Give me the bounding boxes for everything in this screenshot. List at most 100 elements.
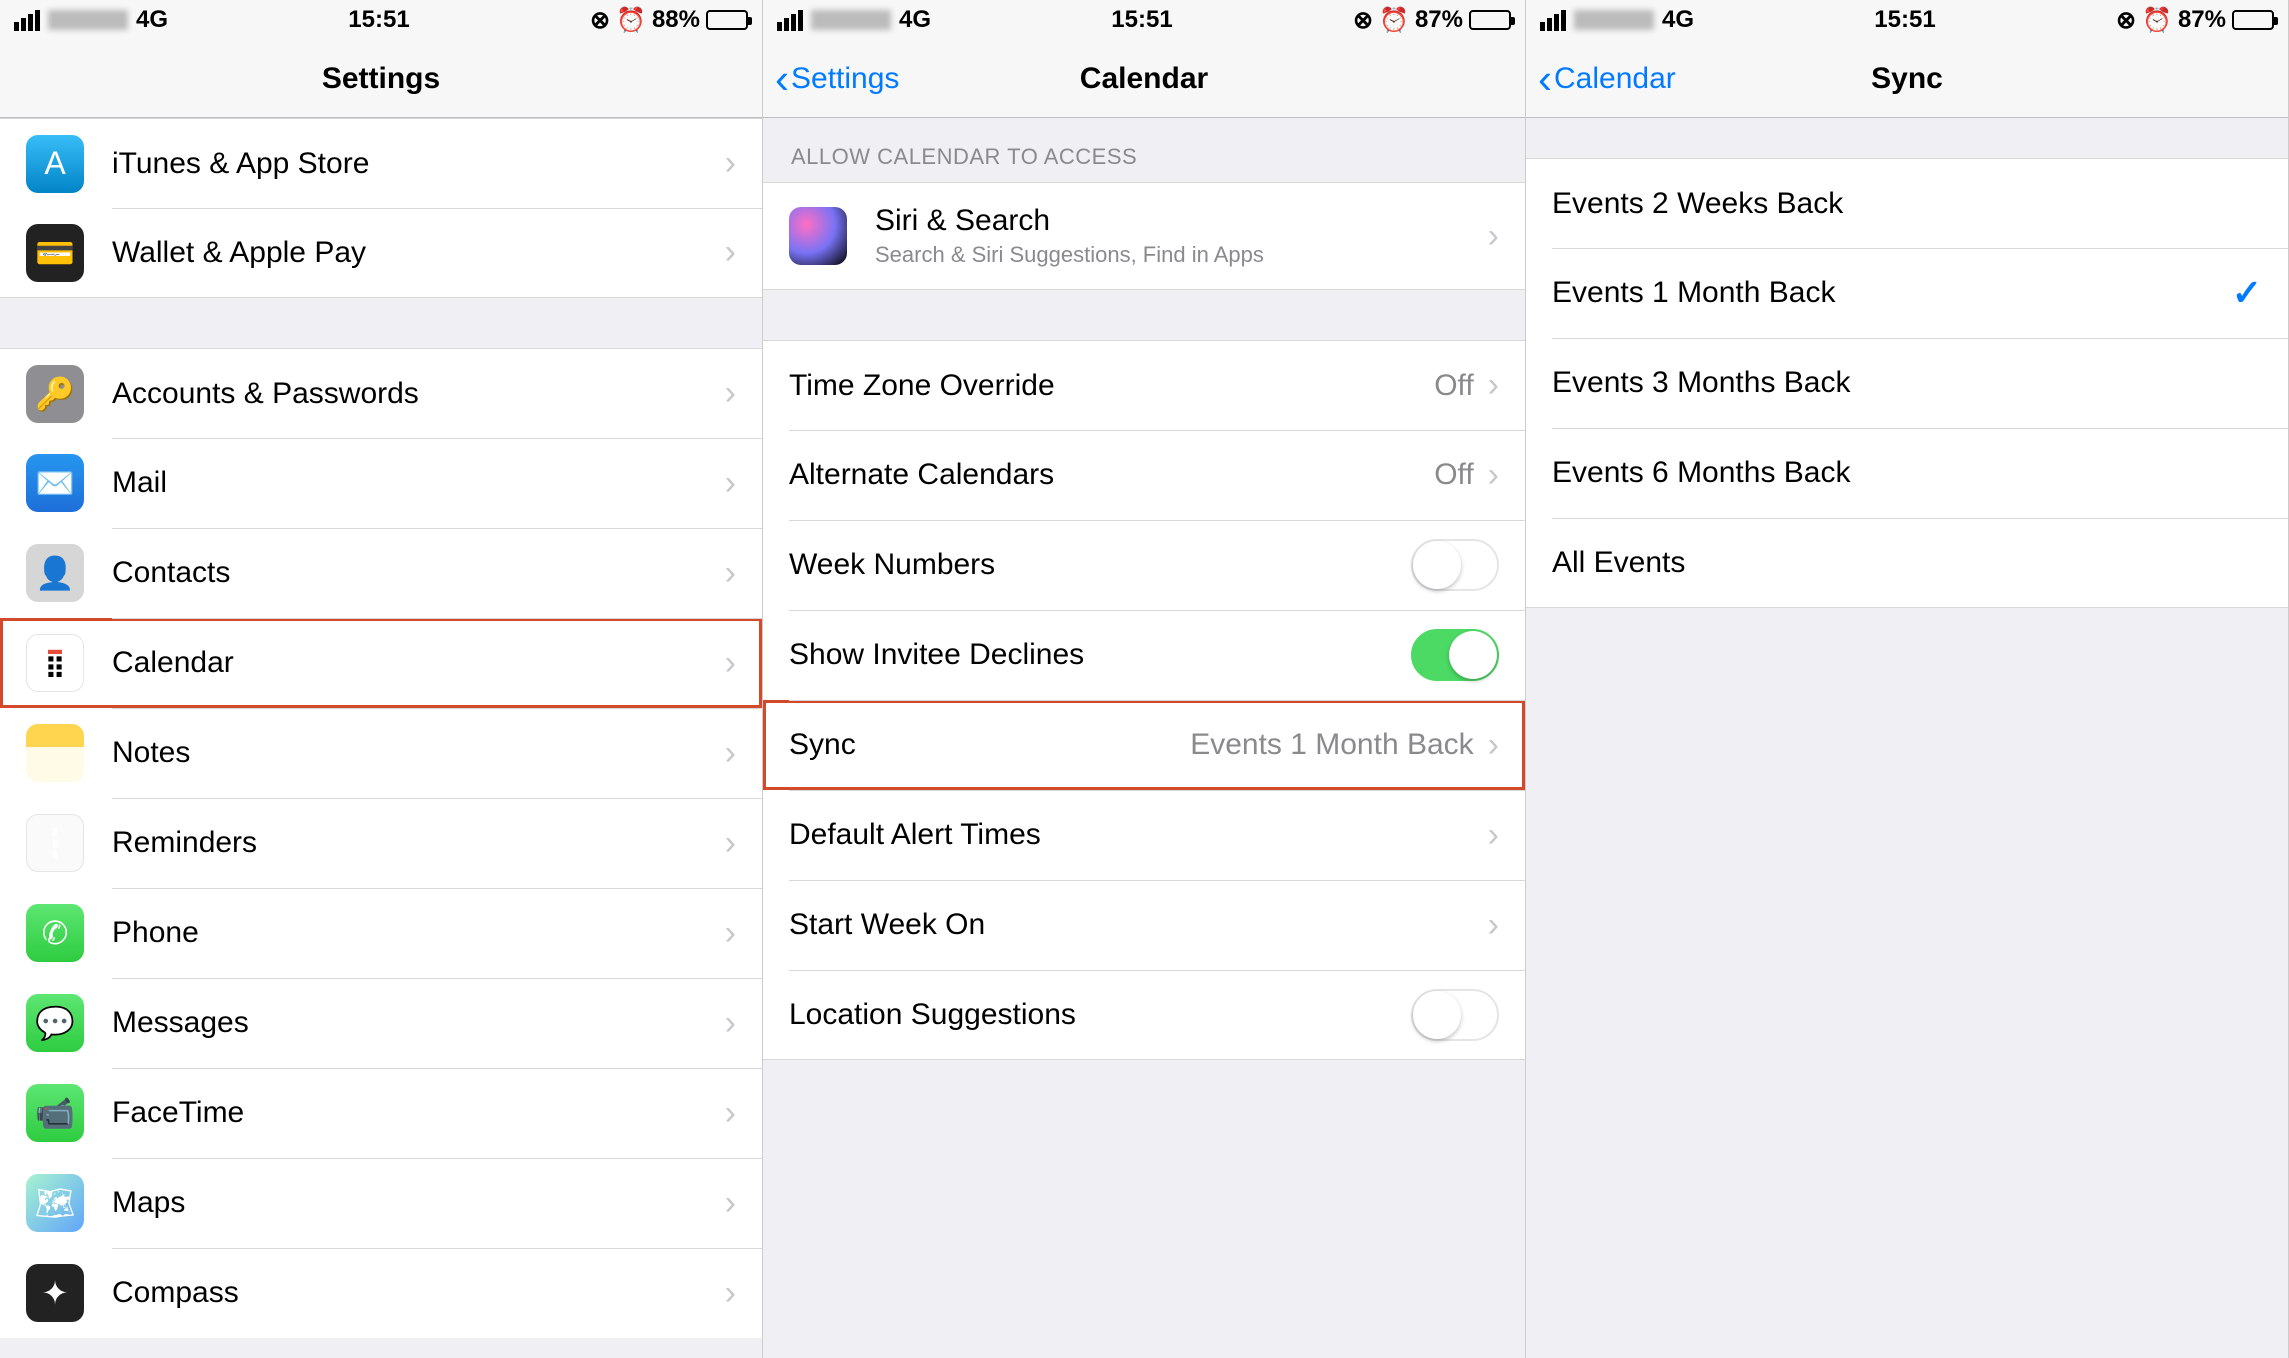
row-label: Calendar (112, 646, 725, 680)
row-label: Mail (112, 466, 725, 500)
row-label: Maps (112, 1186, 725, 1220)
back-button[interactable]: ‹ Settings (763, 58, 899, 100)
status-time: 15:51 (1111, 6, 1172, 34)
chevron-right-icon: › (725, 644, 736, 683)
checkmark-icon: ✓ (2232, 272, 2262, 314)
chevron-left-icon: ‹ (775, 58, 789, 100)
settings-row-notes[interactable]: Notes› (0, 708, 762, 798)
chevron-right-icon: › (725, 1274, 736, 1313)
settings-row-itunes[interactable]: AiTunes & App Store› (0, 118, 762, 208)
option-label: Events 2 Weeks Back (1552, 187, 2262, 221)
calendar-row-time-zone-override[interactable]: Time Zone OverrideOff › (763, 340, 1525, 430)
row-label: Show Invitee Declines (789, 638, 1411, 672)
row-label: Default Alert Times (789, 818, 1488, 852)
settings-row-calendar[interactable]: ▬⠿Calendar› (0, 618, 762, 708)
accounts-icon: 🔑 (26, 365, 84, 423)
siri-title: Siri & Search (875, 204, 1488, 238)
calendar-row-alternate-calendars[interactable]: Alternate CalendarsOff › (763, 430, 1525, 520)
settings-row-contacts[interactable]: 👤 Contacts› (0, 528, 762, 618)
toggle-switch[interactable] (1411, 629, 1499, 681)
row-label: Sync (789, 728, 1190, 762)
chevron-right-icon: › (1488, 906, 1499, 945)
calendar-row-sync[interactable]: SyncEvents 1 Month Back› (763, 700, 1525, 790)
option-label: Events 6 Months Back (1552, 456, 2262, 490)
page-title: Settings (0, 62, 762, 96)
signal-icon (777, 10, 803, 31)
row-label: Start Week On (789, 908, 1488, 942)
battery-pct: 87% (1415, 6, 1463, 34)
facetime-icon: 📹 (26, 1084, 84, 1142)
row-label: Contacts (112, 556, 725, 590)
calendar-row-show-invitee-declines[interactable]: Show Invitee Declines (763, 610, 1525, 700)
status-time: 15:51 (348, 6, 409, 34)
settings-row-reminders[interactable]: ┇Reminders› (0, 798, 762, 888)
row-label: Compass (112, 1276, 725, 1310)
battery-icon (2232, 10, 2274, 30)
sync-option[interactable]: Events 6 Months Back (1526, 428, 2288, 518)
phone-icon: ✆ (26, 904, 84, 962)
row-label: iTunes & App Store (112, 147, 725, 181)
chevron-right-icon: › (725, 734, 736, 773)
status-bar: 4G 15:51 ⊗ ⏰ 87% (763, 0, 1525, 40)
row-siri-search[interactable]: Siri & Search Search & Siri Suggestions,… (763, 182, 1525, 290)
calendar-row-location-suggestions[interactable]: Location Suggestions (763, 970, 1525, 1060)
status-time: 15:51 (1874, 6, 1935, 34)
chevron-right-icon: › (725, 464, 736, 503)
option-label: Events 3 Months Back (1552, 366, 2262, 400)
calendar-row-week-numbers[interactable]: Week Numbers (763, 520, 1525, 610)
row-detail: Off (1434, 458, 1473, 492)
chevron-right-icon: › (1488, 366, 1499, 405)
carrier-blur (1574, 10, 1654, 30)
sync-option[interactable]: Events 3 Months Back (1526, 338, 2288, 428)
alarm-icon: ⏰ (2142, 6, 2172, 35)
settings-row-facetime[interactable]: 📹 FaceTime› (0, 1068, 762, 1158)
settings-row-messages[interactable]: 💬Messages› (0, 978, 762, 1068)
row-label: Reminders (112, 826, 725, 860)
settings-row-maps[interactable]: 🗺 Maps› (0, 1158, 762, 1248)
row-label: Alternate Calendars (789, 458, 1434, 492)
battery-icon (706, 10, 748, 30)
settings-row-compass[interactable]: ✦ Compass› (0, 1248, 762, 1338)
row-detail: Off (1434, 369, 1473, 403)
network-type: 4G (899, 6, 931, 34)
alarm-icon: ⏰ (616, 6, 646, 35)
carrier-blur (48, 10, 128, 30)
sync-option[interactable]: Events 2 Weeks Back (1526, 158, 2288, 248)
row-label: FaceTime (112, 1096, 725, 1130)
messages-icon: 💬 (26, 994, 84, 1052)
chevron-right-icon: › (1488, 816, 1499, 855)
chevron-right-icon: › (1488, 456, 1499, 495)
maps-icon: 🗺 (26, 1174, 84, 1232)
carrier-blur (811, 10, 891, 30)
calendar-row-default-alert-times[interactable]: Default Alert Times› (763, 790, 1525, 880)
orientation-lock-icon: ⊗ (2116, 6, 2136, 35)
chevron-right-icon: › (725, 554, 736, 593)
option-label: Events 1 Month Back (1552, 276, 2232, 310)
chevron-right-icon: › (725, 914, 736, 953)
chevron-right-icon: › (725, 1094, 736, 1133)
alarm-icon: ⏰ (1379, 6, 1409, 35)
contacts-icon: 👤 (26, 544, 84, 602)
row-label: Wallet & Apple Pay (112, 236, 725, 270)
notes-icon (26, 724, 84, 782)
chevron-right-icon: › (725, 1184, 736, 1223)
back-button[interactable]: ‹ Calendar (1526, 58, 1676, 100)
status-bar: 4G 15:51 ⊗ ⏰ 87% (1526, 0, 2288, 40)
reminders-icon: ┇ (26, 814, 84, 872)
settings-row-accounts[interactable]: 🔑Accounts & Passwords› (0, 348, 762, 438)
toggle-switch[interactable] (1411, 989, 1499, 1041)
sync-option[interactable]: All Events (1526, 518, 2288, 608)
calendar-row-start-week-on[interactable]: Start Week On› (763, 880, 1525, 970)
sync-option[interactable]: Events 1 Month Back✓ (1526, 248, 2288, 338)
chevron-right-icon: › (725, 233, 736, 272)
row-label: Accounts & Passwords (112, 377, 725, 411)
settings-row-mail[interactable]: ✉️Mail› (0, 438, 762, 528)
row-label: Time Zone Override (789, 369, 1434, 403)
screen-calendar: 4G 15:51 ⊗ ⏰ 87% ‹ Settings Calendar ALL… (763, 0, 1526, 1358)
settings-row-wallet[interactable]: 💳Wallet & Apple Pay› (0, 208, 762, 298)
settings-row-phone[interactable]: ✆Phone› (0, 888, 762, 978)
toggle-switch[interactable] (1411, 539, 1499, 591)
compass-icon: ✦ (26, 1264, 84, 1322)
row-detail: Events 1 Month Back (1190, 728, 1473, 762)
row-label: Location Suggestions (789, 998, 1411, 1032)
